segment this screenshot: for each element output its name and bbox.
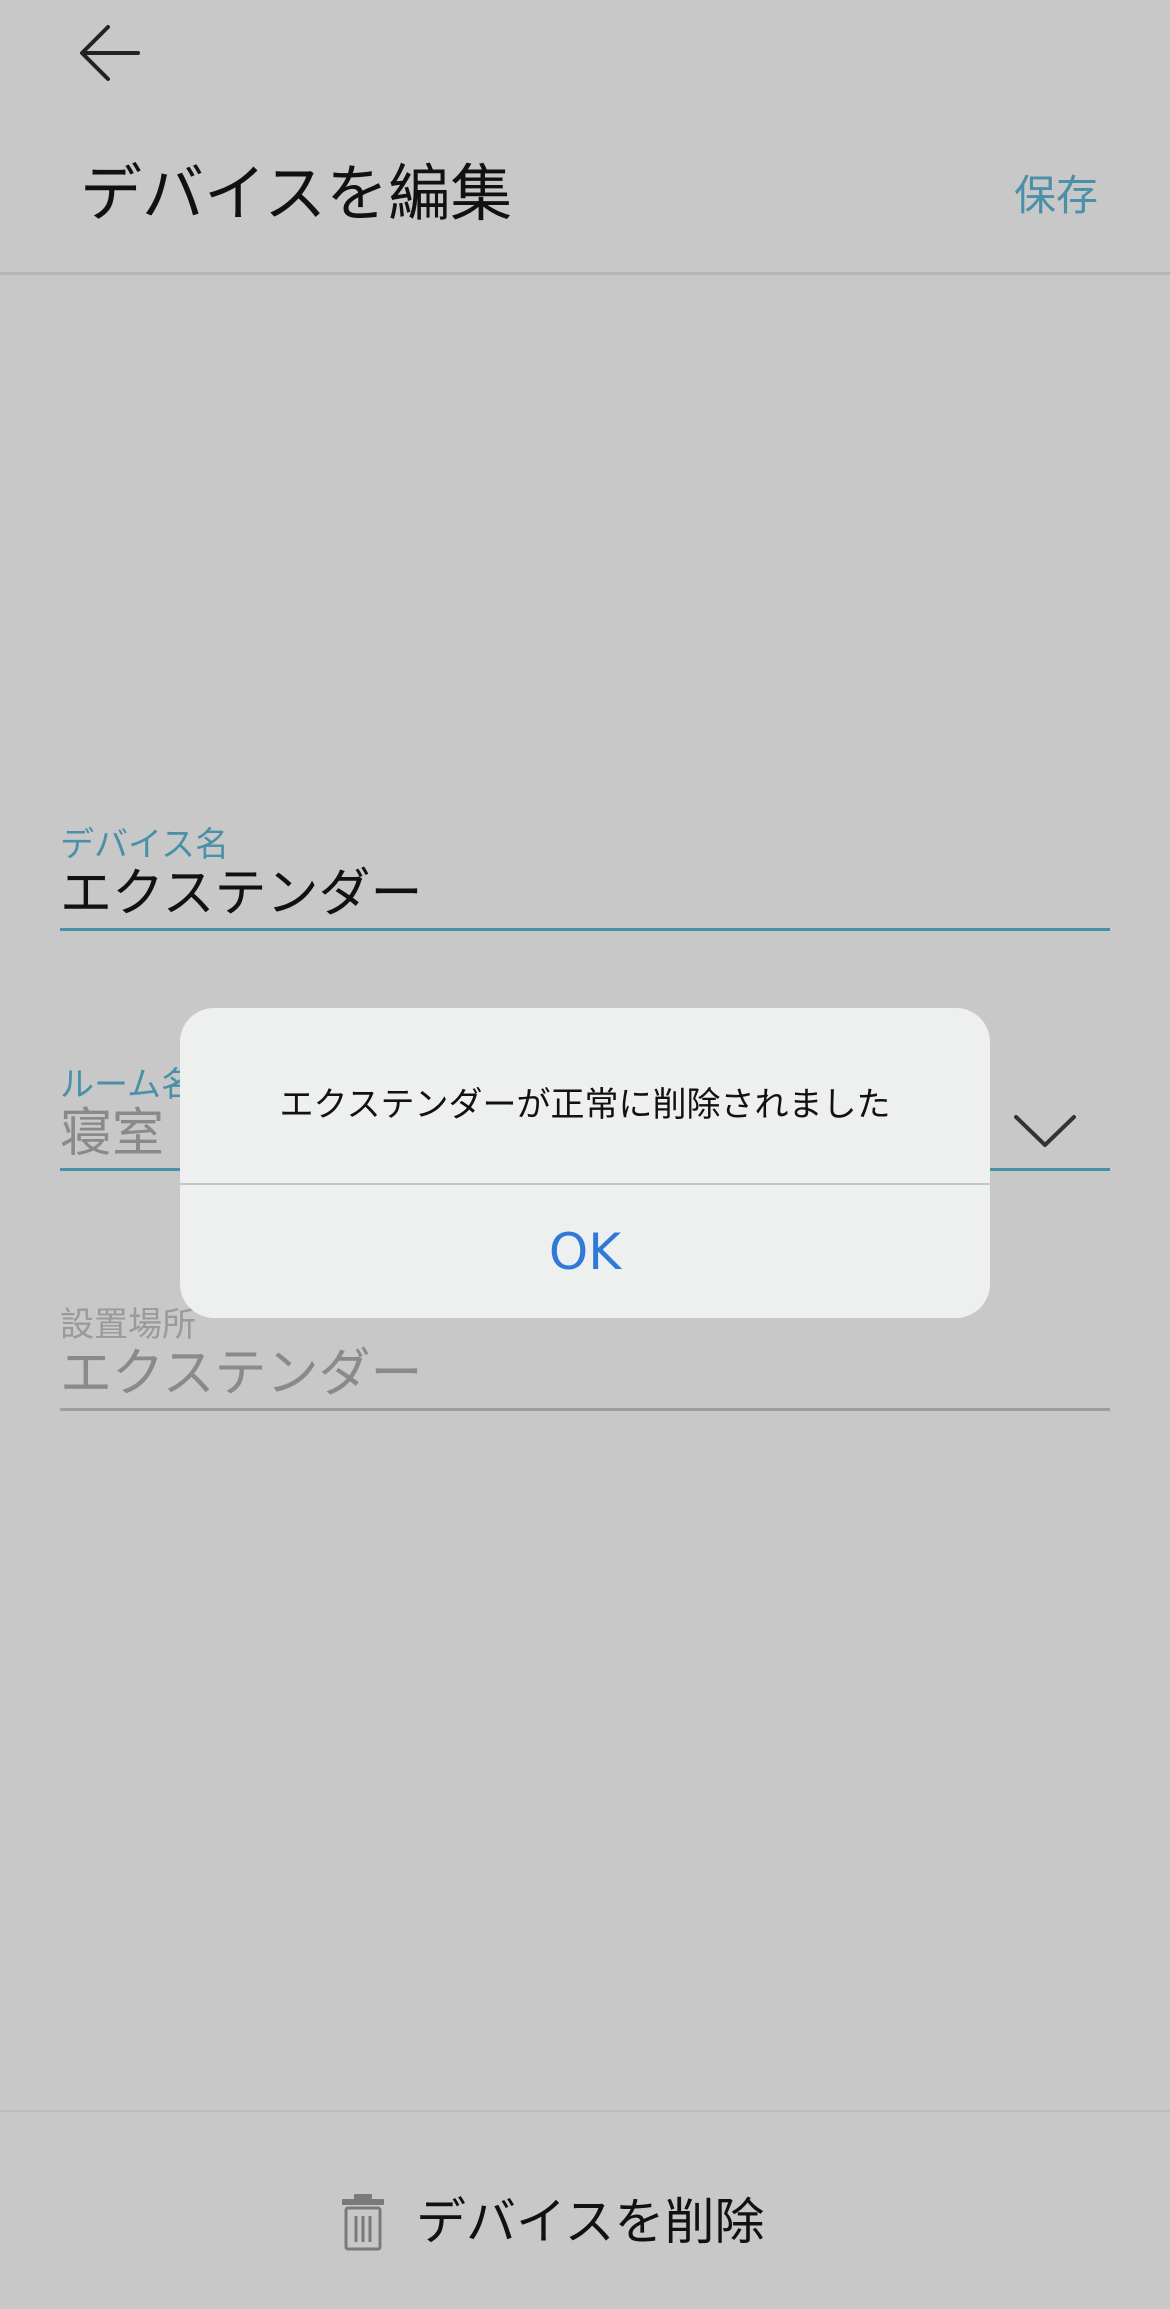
arrow-left-icon bbox=[80, 25, 140, 81]
room-name-select[interactable]: 寝室 bbox=[60, 1104, 164, 1164]
app-header: デバイスを編集 保存 bbox=[0, 0, 1170, 275]
device-name-input[interactable]: エクステンダー bbox=[60, 864, 422, 924]
delete-device-button[interactable]: デバイスを削除 bbox=[340, 2182, 765, 2262]
device-name-underline bbox=[60, 928, 1110, 931]
back-button[interactable] bbox=[60, 8, 160, 98]
ok-button[interactable]: OK bbox=[180, 1185, 990, 1318]
device-name-label: デバイス名 bbox=[60, 825, 229, 865]
location-label: 設置場所 bbox=[60, 1305, 196, 1345]
bottom-bar: デバイスを削除 bbox=[0, 2110, 1170, 2309]
delete-device-label: デバイスを削除 bbox=[416, 2193, 765, 2251]
success-dialog: エクステンダーが正常に削除されました OK bbox=[180, 1008, 990, 1318]
dialog-message: エクステンダーが正常に削除されました bbox=[279, 1085, 891, 1125]
save-button[interactable]: 保存 bbox=[1014, 168, 1098, 224]
device-name-field[interactable]: デバイス名 エクステンダー bbox=[60, 820, 1110, 935]
page-title: デバイスを編集 bbox=[80, 157, 513, 230]
chevron-down-icon[interactable] bbox=[1010, 1105, 1080, 1155]
room-name-label: ルーム名 bbox=[60, 1065, 195, 1105]
trash-icon bbox=[342, 2194, 384, 2251]
location-value: エクステンダー bbox=[60, 1344, 423, 1404]
location-underline bbox=[60, 1408, 1110, 1411]
